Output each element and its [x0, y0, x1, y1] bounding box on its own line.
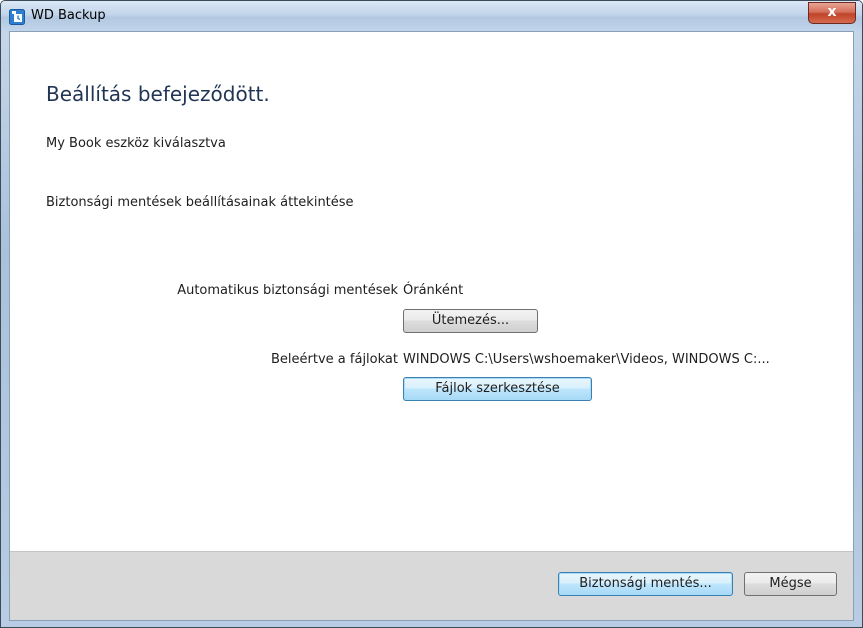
auto-backup-value: Óránként	[403, 283, 464, 298]
include-files-value: WINDOWS C:\Users\wshoemaker\Videos, WIND…	[403, 352, 770, 367]
backup-button[interactable]: Biztonsági mentés...	[558, 572, 733, 596]
wd-backup-window: WD Backup x Beállítás befejeződött. My B…	[0, 0, 863, 628]
window-title: WD Backup	[31, 8, 106, 23]
cancel-button[interactable]: Mégse	[744, 572, 837, 596]
title-bar[interactable]: WD Backup x	[1, 1, 862, 31]
device-selected-text: My Book eszköz kiválasztva	[46, 136, 226, 151]
review-settings-text: Biztonsági mentések beállításainak áttek…	[46, 195, 354, 210]
dialog-client-area: Beállítás befejeződött. My Book eszköz k…	[9, 31, 854, 621]
edit-files-button[interactable]: Fájlok szerkesztése	[403, 377, 592, 401]
schedule-button[interactable]: Ütemezés...	[403, 309, 538, 333]
close-button[interactable]: x	[808, 2, 856, 24]
auto-backup-label: Automatikus biztonsági mentések	[177, 283, 398, 298]
dialog-footer: Biztonsági mentés... Mégse	[10, 551, 853, 620]
content-panel: Beállítás befejeződött. My Book eszköz k…	[10, 32, 853, 552]
page-heading: Beállítás befejeződött.	[46, 82, 270, 106]
wd-backup-app-icon	[9, 9, 25, 25]
include-files-label: Beleértve a fájlokat	[271, 352, 398, 367]
